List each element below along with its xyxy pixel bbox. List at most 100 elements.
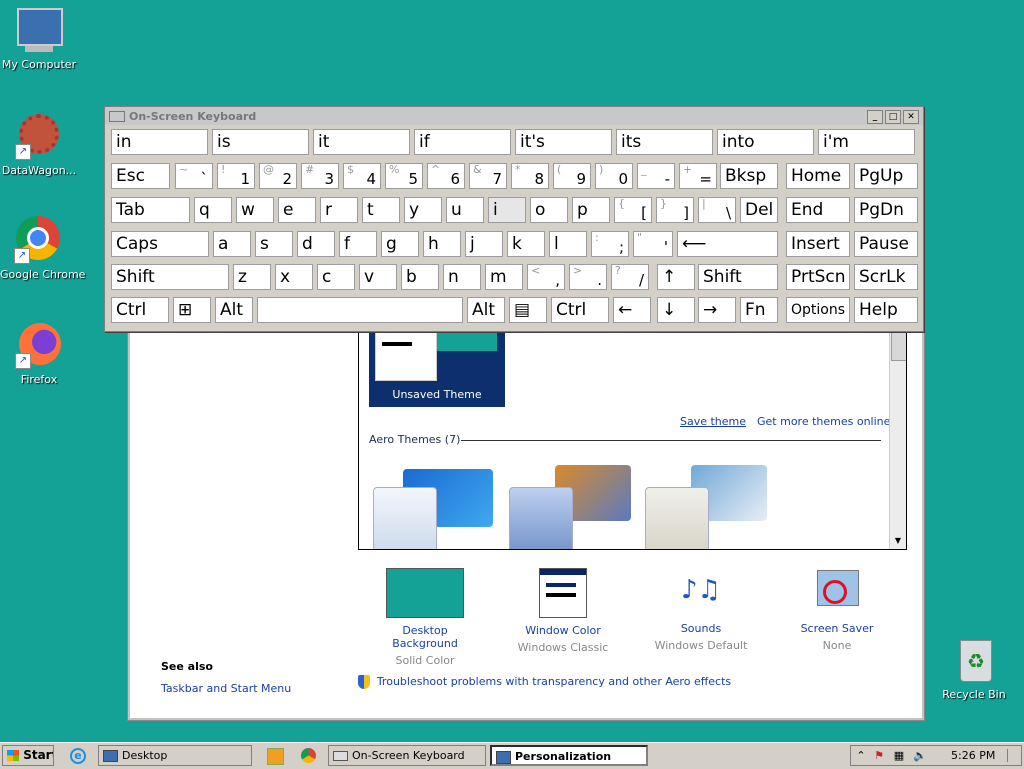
key-End[interactable]: End bbox=[786, 197, 850, 223]
unsaved-theme-tile[interactable]: Unsaved Theme bbox=[369, 321, 505, 407]
key-t[interactable]: t bbox=[362, 197, 400, 223]
taskbar-item-personalization[interactable]: Personalization bbox=[490, 745, 648, 766]
key-a[interactable]: a bbox=[213, 231, 251, 257]
key-j[interactable]: j bbox=[465, 231, 503, 257]
key-w[interactable]: w bbox=[236, 197, 274, 223]
key-PgUp[interactable]: PgUp bbox=[854, 163, 918, 189]
network-icon[interactable]: ▦ bbox=[893, 749, 905, 762]
key-s[interactable]: s bbox=[255, 231, 293, 257]
save-theme-link[interactable]: Save theme bbox=[680, 415, 746, 428]
key-enter[interactable]: ⟵ bbox=[677, 231, 778, 257]
key-arrow-down[interactable]: ↓ bbox=[657, 297, 695, 323]
taskbar-item-on-screen-keyboard[interactable]: On-Screen Keyboard bbox=[328, 745, 486, 766]
key--[interactable]: _ - bbox=[637, 163, 675, 189]
key-Shift[interactable]: Shift bbox=[698, 264, 778, 290]
key-2[interactable]: @2 bbox=[259, 163, 297, 189]
taskbar-start-menu-link[interactable]: Taskbar and Start Menu bbox=[161, 682, 291, 695]
key-Caps[interactable]: Caps bbox=[111, 231, 209, 257]
key-menu[interactable]: ▤ bbox=[509, 297, 547, 323]
help-button[interactable]: Help bbox=[854, 297, 918, 323]
suggestion-its[interactable]: it's bbox=[515, 129, 612, 155]
key-ScrLk[interactable]: ScrLk bbox=[854, 264, 918, 290]
key-Pause[interactable]: Pause bbox=[854, 231, 918, 257]
key-6[interactable]: ^ 6 bbox=[427, 163, 465, 189]
show-desktop-button[interactable] bbox=[1007, 749, 1018, 762]
suggestion-im[interactable]: i'm bbox=[818, 129, 915, 155]
key-d[interactable]: d bbox=[297, 231, 335, 257]
suggestion-it[interactable]: it bbox=[313, 129, 410, 155]
desktop-icon-google-chrome[interactable]: ↗ Google Chrome bbox=[0, 216, 85, 281]
key-/[interactable]: ? / bbox=[611, 264, 649, 290]
desktop-icon-firefox[interactable]: ↗ Firefox bbox=[1, 321, 77, 386]
key-=[interactable]: + = bbox=[679, 163, 717, 189]
desktop-background-item[interactable]: Desktop Background Solid Color bbox=[370, 568, 480, 667]
desktop-icon-datawagon[interactable]: ↗ DataWagon... bbox=[1, 112, 77, 177]
key-8[interactable]: * 8 bbox=[511, 163, 549, 189]
key-arrow-right[interactable]: → bbox=[698, 297, 736, 323]
screen-saver-item[interactable]: Screen Saver None bbox=[782, 568, 892, 652]
key-p[interactable]: p bbox=[572, 197, 610, 223]
key-Bksp[interactable]: Bksp bbox=[720, 163, 778, 189]
desktop-icon-my-computer[interactable]: My Computer bbox=[1, 6, 77, 71]
key-ctrl-right[interactable]: Ctrl bbox=[551, 297, 609, 323]
options-button[interactable]: Options bbox=[786, 297, 850, 323]
key-4[interactable]: $4 bbox=[343, 163, 381, 189]
internet-explorer-icon[interactable]: e bbox=[70, 748, 86, 764]
suggestion-is[interactable]: is bbox=[212, 129, 309, 155]
key-PrtScn[interactable]: PrtScn bbox=[786, 264, 850, 290]
suggestion-in[interactable]: in bbox=[111, 129, 208, 155]
key-fn[interactable]: Fn bbox=[740, 297, 778, 323]
scroll-down-arrow-icon[interactable]: ▼ bbox=[891, 536, 905, 548]
clock[interactable]: 5:26 PM bbox=[951, 746, 995, 765]
key-v[interactable]: v bbox=[359, 264, 397, 290]
key-\[interactable]: | \ bbox=[698, 197, 736, 223]
key-Esc[interactable]: Esc bbox=[111, 163, 170, 189]
key-'[interactable]: " ' bbox=[633, 231, 673, 257]
chrome-taskbar-icon[interactable] bbox=[301, 748, 316, 763]
key-m[interactable]: m bbox=[485, 264, 523, 290]
key-alt-right[interactable]: Alt bbox=[467, 297, 505, 323]
troubleshoot-link[interactable]: Troubleshoot problems with transparency … bbox=[358, 674, 731, 689]
media-player-icon[interactable] bbox=[267, 748, 284, 765]
key-n[interactable]: n bbox=[443, 264, 481, 290]
key-z[interactable]: z bbox=[233, 264, 271, 290]
key-5[interactable]: % 5 bbox=[385, 163, 423, 189]
key-,[interactable]: <, bbox=[527, 264, 565, 290]
taskbar-item-desktop[interactable]: Desktop bbox=[98, 745, 252, 766]
minimize-button[interactable]: _ bbox=[867, 110, 883, 124]
key-PgDn[interactable]: PgDn bbox=[854, 197, 918, 223]
key-arrow-up[interactable]: ↑ bbox=[657, 264, 695, 290]
key-y[interactable]: y bbox=[404, 197, 442, 223]
window-color-item[interactable]: Window Color Windows Classic bbox=[508, 568, 618, 654]
key-ctrl[interactable]: Ctrl bbox=[111, 297, 169, 323]
key-b[interactable]: b bbox=[401, 264, 439, 290]
key-9[interactable]: (9 bbox=[553, 163, 591, 189]
key-i[interactable]: i bbox=[488, 197, 526, 223]
key-.[interactable]: >. bbox=[569, 264, 607, 290]
key-space[interactable] bbox=[257, 297, 463, 323]
key-windows[interactable]: ⊞ bbox=[173, 297, 211, 323]
key-o[interactable]: o bbox=[530, 197, 568, 223]
key-u[interactable]: u bbox=[446, 197, 484, 223]
get-more-themes-link[interactable]: Get more themes online bbox=[757, 415, 890, 428]
key-Shift[interactable]: Shift bbox=[111, 264, 229, 290]
key-Del[interactable]: Del bbox=[740, 197, 778, 223]
desktop-icon-recycle-bin[interactable]: ♻ Recycle Bin bbox=[936, 636, 1012, 701]
key-Insert[interactable]: Insert bbox=[786, 231, 850, 257]
key-0[interactable]: ) 0 bbox=[595, 163, 633, 189]
suggestion-its[interactable]: its bbox=[616, 129, 713, 155]
volume-icon[interactable]: 🔈 bbox=[913, 749, 927, 762]
key-`[interactable]: ~ ` bbox=[175, 163, 213, 189]
maximize-button[interactable]: □ bbox=[885, 110, 901, 124]
key-q[interactable]: q bbox=[194, 197, 232, 223]
key-][interactable]: }] bbox=[656, 197, 694, 223]
key-Tab[interactable]: Tab bbox=[111, 197, 190, 223]
key-3[interactable]: #3 bbox=[301, 163, 339, 189]
key-;[interactable]: :; bbox=[591, 231, 629, 257]
key-1[interactable]: ! 1 bbox=[217, 163, 255, 189]
osk-title-bar[interactable]: On-Screen Keyboard _ □ ✕ bbox=[105, 107, 923, 125]
key-r[interactable]: r bbox=[320, 197, 358, 223]
key-Home[interactable]: Home bbox=[786, 163, 850, 189]
key-f[interactable]: f bbox=[339, 231, 377, 257]
start-button[interactable]: Start bbox=[2, 745, 54, 766]
